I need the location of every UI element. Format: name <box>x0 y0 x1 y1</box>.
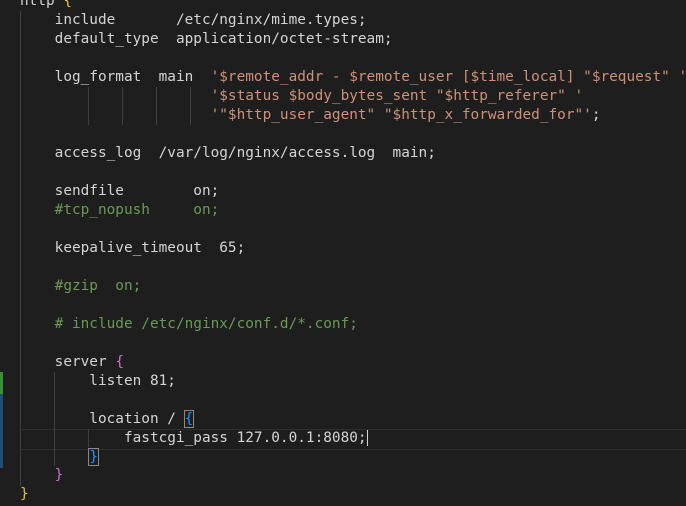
code-line-log-format-2[interactable]: '$status $body_bytes_sent "$http_referer… <box>20 87 584 106</box>
gutter-added-marker <box>0 372 3 394</box>
code-line-default-type[interactable]: default_type application/octet-stream; <box>20 30 393 49</box>
gutter-modified-marker <box>0 394 3 468</box>
code-line-include-conf-comment[interactable]: # include /etc/nginx/conf.d/*.conf; <box>20 315 358 334</box>
code-line-http-close[interactable]: } <box>20 485 29 504</box>
matched-bracket-close: } <box>88 448 99 466</box>
matched-bracket-open: { <box>183 410 195 428</box>
code-line-tcp-nopush-comment[interactable]: #tcp_nopush on; <box>20 201 220 220</box>
code-line-sendfile[interactable]: sendfile on; <box>20 182 220 201</box>
code-line-server-close[interactable]: } <box>20 466 64 485</box>
code-line-location-open[interactable]: location / { <box>20 410 195 429</box>
text-cursor <box>366 430 368 446</box>
code-line-access-log[interactable]: access_log /var/log/nginx/access.log mai… <box>20 144 436 163</box>
code-line-location-close[interactable]: } <box>20 448 99 467</box>
code-line-server-open[interactable]: server { <box>20 353 124 372</box>
code-line-log-format-1[interactable]: log_format main '$remote_addr - $remote_… <box>20 68 686 87</box>
code-line-include[interactable]: include /etc/nginx/mime.types; <box>20 11 367 30</box>
code-line-log-format-3[interactable]: '"$http_user_agent" "$http_x_forwarded_f… <box>20 106 601 125</box>
code-line-listen[interactable]: listen 81; <box>20 372 176 391</box>
code-line-http-open[interactable]: http { <box>20 0 72 11</box>
code-editor[interactable]: http { include /etc/nginx/mime.types; de… <box>0 0 686 506</box>
code-line-fastcgi-pass[interactable]: fastcgi_pass 127.0.0.1:8080; <box>20 429 368 448</box>
code-line-gzip-comment[interactable]: #gzip on; <box>20 277 142 296</box>
code-line-keepalive[interactable]: keepalive_timeout 65; <box>20 239 246 258</box>
